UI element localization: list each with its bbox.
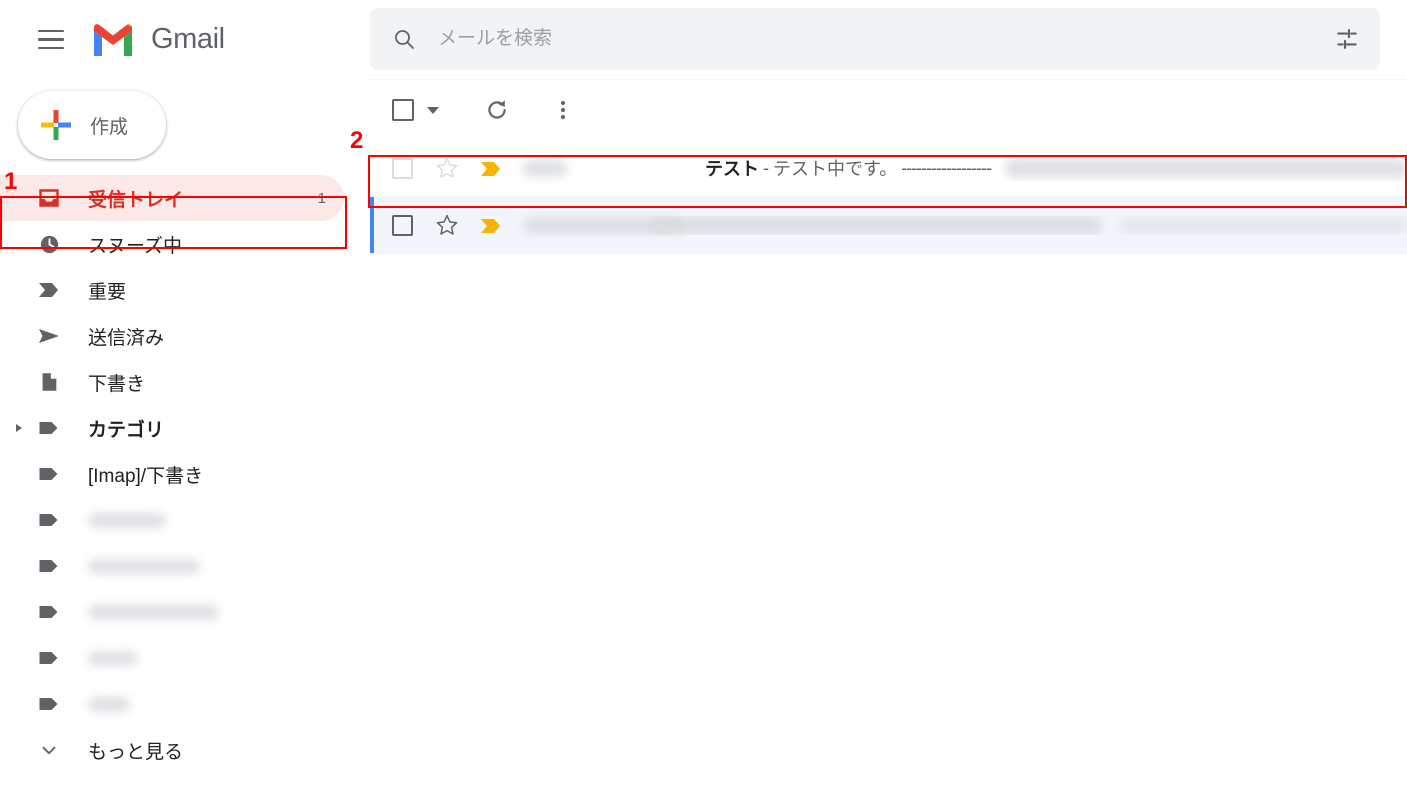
sidebar-more-label: もっと見る [88,741,184,763]
mail-subject-area: テスト - テスト中です。 ------------------ [705,155,1407,181]
app-header: Gmail [0,0,1407,79]
expand-triangle-icon[interactable] [16,424,22,432]
search-icon [395,30,414,49]
draft-document-icon [36,369,62,395]
select-all-checkbox[interactable] [392,99,414,121]
sidebar-more-button[interactable]: もっと見る [0,727,370,773]
sidebar-item-3[interactable]: 重要 [0,267,370,313]
sidebar: 作成 受信トレイ 1 スヌーズ中重要送信済み下書きカテゴリ [Imap]/下書き もっ… [0,79,370,800]
inbox-icon [36,185,62,211]
sidebar-item-1[interactable]: 受信トレイ 1 [0,175,344,221]
mail-sender-redacted [523,216,683,234]
menu-bar-1 [38,29,64,33]
compose-label: 作成 [90,116,129,138]
hamburger-menu-icon[interactable] [27,16,75,64]
gmail-app-window: Gmail メールを検索 作成 受信トレイ 1 スヌーズ中 重要 送信済み 下書… [0,0,1407,800]
sidebar-item-7[interactable]: [Imap]/下書き [0,451,370,497]
dot-2 [561,108,565,112]
menu-bar-3 [38,46,64,50]
menu-bar-2 [38,38,64,41]
label-tag-icon [36,691,62,717]
mail-separator: - [763,157,769,178]
mail-subject: テスト [705,159,759,179]
sidebar-item-10[interactable] [0,589,370,635]
sidebar-item-label: [Imap]/下書き [88,465,204,487]
star-outline-icon[interactable] [435,213,459,237]
sidebar-item-count: 1 [317,189,326,207]
mail-snippet-dashes: ------------------ [901,157,992,178]
mail-rows: テスト - テスト中です。 ------------------ [370,140,1407,254]
important-marker-icon[interactable] [479,216,501,234]
sidebar-item-5[interactable]: 下書き [0,359,370,405]
tune-filter-icon[interactable] [1334,26,1360,52]
sidebar-item-label-redacted [88,650,138,666]
mail-subject-area [647,215,1407,235]
chevron-down-icon [36,737,62,763]
plus-icon [41,110,71,140]
sidebar-item-11[interactable] [0,635,370,681]
mail-body-redacted-2 [1120,216,1407,234]
refresh-icon[interactable] [484,97,510,123]
mail-row[interactable]: テスト - テスト中です。 ------------------ [370,140,1407,197]
sidebar-item-label-redacted [88,558,200,574]
dot-1 [561,100,565,105]
important-marker-icon[interactable] [479,159,501,177]
gmail-logo-icon [94,23,132,56]
mail-list-panel: テスト - テスト中です。 ------------------ [370,80,1407,800]
label-tag-icon [36,507,62,533]
mail-body-redacted [1005,158,1407,178]
more-options-icon[interactable] [550,97,576,123]
sidebar-item-label: 送信済み [88,327,165,349]
sidebar-item-6[interactable]: カテゴリ [0,405,370,451]
mail-list-toolbar [370,80,1407,140]
sidebar-item-8[interactable] [0,497,370,543]
search-input[interactable] [436,27,1334,51]
sidebar-item-12[interactable] [0,681,370,727]
label-tag-icon [36,599,62,625]
label-tag-icon [36,415,62,441]
select-all-dropdown-caret[interactable] [427,106,439,114]
dot-3 [561,115,565,120]
sidebar-item-label-redacted [88,604,219,620]
sidebar-item-label-redacted [88,512,166,528]
sidebar-item-label: カテゴリ [88,419,165,441]
compose-button[interactable]: 作成 [18,91,166,159]
sidebar-item-9[interactable] [0,543,370,589]
clock-icon [36,231,62,257]
brand-label: Gmail [151,23,225,55]
search-bar[interactable] [370,8,1380,70]
sidebar-item-label: 下書き [88,373,146,395]
star-outline-icon[interactable] [435,156,459,180]
label-tag-icon [36,553,62,579]
sidebar-item-label: 重要 [88,281,127,303]
important-marker-icon [36,277,62,303]
sidebar-nav-list: 受信トレイ 1 スヌーズ中重要送信済み下書きカテゴリ [Imap]/下書き [0,175,370,727]
mail-row[interactable] [370,197,1407,254]
mail-body-redacted [647,215,1102,235]
row-checkbox[interactable] [392,214,413,236]
label-tag-icon [36,461,62,487]
sidebar-item-2[interactable]: スヌーズ中 [0,221,370,267]
sidebar-item-label-redacted [88,696,130,712]
mail-sender-redacted [523,159,623,177]
sidebar-item-label: 受信トレイ [88,189,184,211]
mail-snippet: テスト中です。 [773,159,898,179]
gmail-brand[interactable]: Gmail [91,23,225,57]
label-tag-icon [36,645,62,671]
row-checkbox[interactable] [392,157,413,179]
sidebar-item-label: スヌーズ中 [88,235,183,257]
send-icon [36,323,62,349]
sidebar-item-4[interactable]: 送信済み [0,313,370,359]
